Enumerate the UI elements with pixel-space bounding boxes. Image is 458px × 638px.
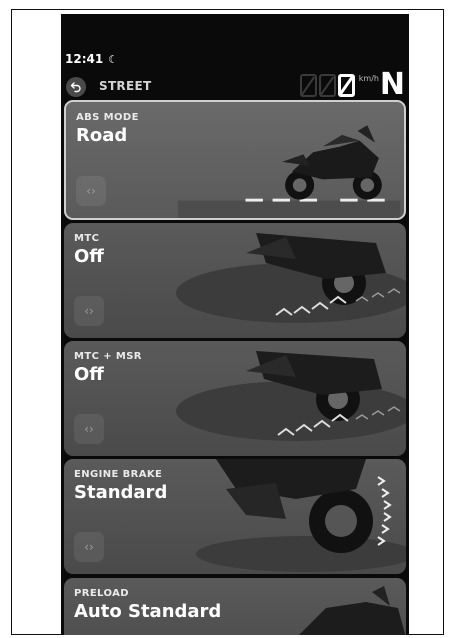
- traction-control-illustration: [176, 233, 406, 323]
- clock: 12:41: [65, 52, 104, 66]
- status-bar: 12:41 ☾: [65, 52, 118, 66]
- speed-unit: km/h: [358, 74, 379, 83]
- speed-digit-tens: [318, 74, 336, 97]
- card-value: Road: [76, 125, 128, 146]
- back-arrow-icon: [70, 82, 81, 93]
- moon-icon: ☾: [108, 53, 119, 66]
- speedometer: km/h: [299, 74, 379, 97]
- cycle-option-icon[interactable]: ‹›: [74, 532, 104, 562]
- preload-card[interactable]: PRELOAD Auto Standard: [64, 578, 406, 635]
- card-title: ENGINE BRAKE: [74, 469, 163, 480]
- mtc-msr-card[interactable]: MTC + MSR Off ‹›: [64, 341, 406, 456]
- card-title: PRELOAD: [74, 588, 129, 599]
- gear-indicator: N: [379, 67, 405, 102]
- dashboard-screen: 12:41 ☾ STREET km/h N ABS MODE Road ‹› M…: [61, 14, 409, 635]
- engine-brake-illustration: [196, 459, 406, 572]
- cycle-option-icon[interactable]: ‹›: [74, 296, 104, 326]
- cycle-option-icon[interactable]: ‹›: [74, 414, 104, 444]
- speed-digit-hundreds: [299, 74, 317, 97]
- mtc-card[interactable]: MTC Off ‹›: [64, 223, 406, 338]
- card-title: MTC + MSR: [74, 351, 142, 362]
- motorcycle-road-illustration: [177, 125, 401, 218]
- engine-brake-card[interactable]: ENGINE BRAKE Standard ‹›: [64, 459, 406, 574]
- traction-slip-illustration: [176, 351, 406, 441]
- card-value: Standard: [74, 482, 168, 503]
- card-value: Auto Standard: [74, 601, 222, 622]
- card-title: ABS MODE: [76, 112, 139, 123]
- speed-digit-units: [337, 74, 355, 97]
- card-value: Off: [74, 246, 104, 267]
- ride-mode-label: STREET: [99, 79, 152, 93]
- abs-mode-card[interactable]: ABS MODE Road ‹›: [64, 100, 406, 220]
- cycle-option-icon[interactable]: ‹›: [76, 176, 106, 206]
- back-button[interactable]: [66, 77, 86, 97]
- card-value: Off: [74, 364, 104, 385]
- card-title: MTC: [74, 233, 100, 244]
